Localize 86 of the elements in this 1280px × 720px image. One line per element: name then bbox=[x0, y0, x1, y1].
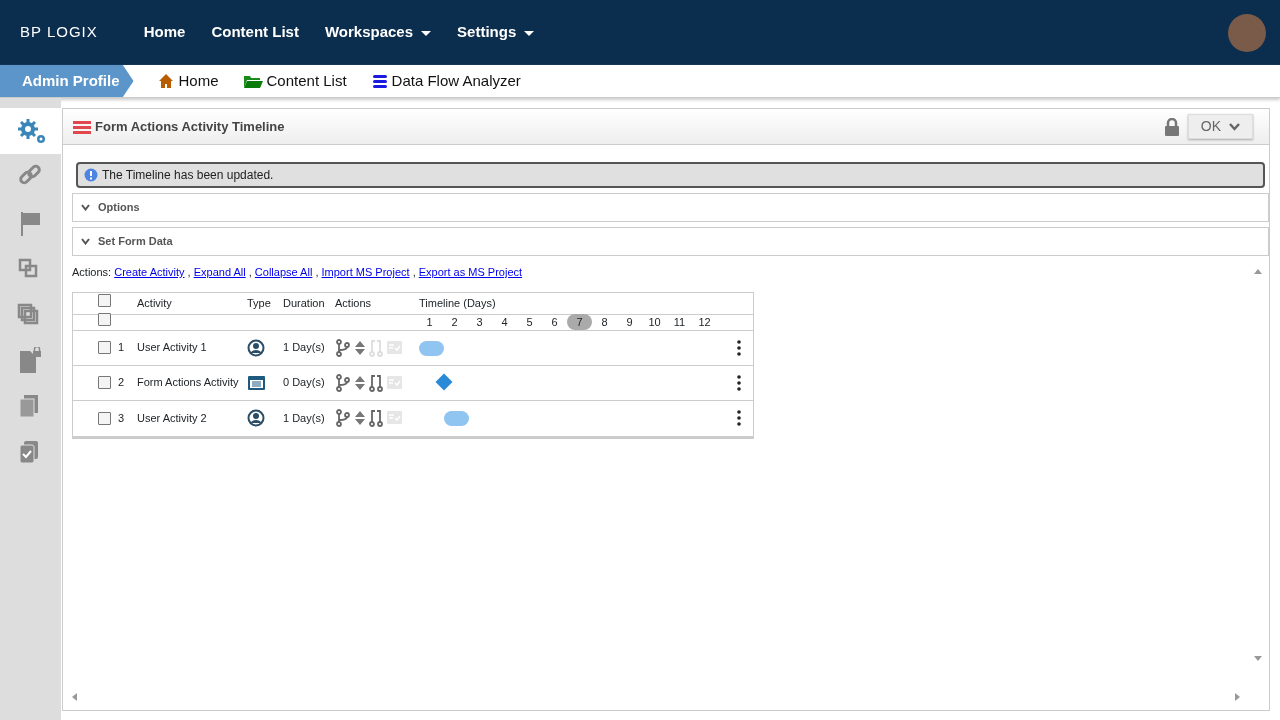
branch-icon[interactable] bbox=[335, 409, 351, 427]
action-link[interactable]: Export as MS Project bbox=[418, 266, 523, 278]
separator: , bbox=[187, 266, 191, 278]
more-menu-icon[interactable] bbox=[737, 410, 741, 426]
checkbox[interactable] bbox=[98, 411, 111, 425]
user-icon bbox=[247, 338, 266, 357]
day-label: 5 bbox=[525, 314, 534, 330]
nav-link[interactable]: Home bbox=[143, 21, 186, 44]
chevron-down-icon bbox=[81, 204, 90, 211]
day-label: 9 bbox=[625, 314, 634, 330]
form-icon bbox=[247, 373, 266, 392]
separator: , bbox=[248, 266, 252, 278]
row-number: 1 bbox=[118, 340, 125, 356]
link-nodes-icon[interactable] bbox=[369, 373, 383, 392]
activity-name: Form Actions Activity bbox=[137, 376, 239, 389]
caret-icon bbox=[421, 30, 432, 36]
row-number: 2 bbox=[118, 375, 125, 391]
activity-name: User Activity 2 bbox=[137, 411, 207, 424]
breadcrumb-link[interactable]: Content List bbox=[242, 69, 347, 93]
checkbox[interactable] bbox=[98, 341, 111, 354]
duration-text: 1 Day(s) bbox=[283, 341, 325, 354]
action-link[interactable]: Collapse All bbox=[254, 266, 313, 278]
column-header: Actions bbox=[335, 296, 372, 309]
nav-link[interactable]: Settings bbox=[457, 21, 535, 44]
day-label: 3 bbox=[475, 314, 484, 330]
folder-icon bbox=[242, 73, 264, 89]
column-header: Activity bbox=[137, 296, 172, 309]
action-link[interactable]: Create Activity bbox=[114, 266, 185, 278]
user-icon bbox=[247, 409, 266, 428]
lock-icon[interactable] bbox=[1163, 117, 1180, 136]
duration-text: 1 Day(s) bbox=[283, 411, 325, 424]
ok-button[interactable]: OK bbox=[1187, 114, 1253, 139]
list-icon bbox=[73, 119, 91, 134]
day-label: 7 bbox=[567, 313, 592, 331]
gears-icon bbox=[15, 117, 46, 145]
branch-icon[interactable] bbox=[335, 338, 351, 357]
section-header[interactable]: Options bbox=[72, 193, 1269, 222]
column-header: Timeline (Days) bbox=[419, 296, 496, 309]
day-label: 11 bbox=[672, 314, 687, 330]
breadcrumb-link[interactable]: Data Flow Analyzer bbox=[370, 69, 521, 93]
day-label: 2 bbox=[450, 314, 459, 330]
sort-icon[interactable] bbox=[355, 374, 365, 391]
caret-icon bbox=[524, 30, 535, 36]
checkbox[interactable] bbox=[98, 313, 111, 327]
day-label: 1 bbox=[425, 314, 434, 330]
sidebar-button[interactable] bbox=[0, 108, 61, 154]
day-label: 4 bbox=[500, 314, 509, 330]
day-label: 6 bbox=[550, 314, 559, 330]
database-icon bbox=[370, 73, 389, 89]
day-label: 12 bbox=[697, 314, 712, 330]
nav-link[interactable]: Workspaces bbox=[324, 21, 432, 44]
branch-icon[interactable] bbox=[335, 373, 351, 392]
brand-logo[interactable]: BP LOGIX bbox=[20, 21, 98, 44]
nav-link[interactable]: Content List bbox=[211, 21, 299, 44]
link-nodes-icon[interactable] bbox=[369, 409, 383, 427]
chevron-down-icon bbox=[81, 238, 90, 245]
separator: , bbox=[315, 266, 319, 278]
actions-label: Actions: bbox=[72, 266, 113, 278]
day-label: 10 bbox=[647, 314, 662, 330]
checkbox[interactable] bbox=[98, 376, 111, 389]
breadcrumb-link[interactable]: Home bbox=[157, 69, 219, 93]
house-icon bbox=[157, 73, 176, 89]
checklist-icon bbox=[387, 340, 402, 355]
info-icon bbox=[84, 168, 98, 182]
action-link[interactable]: Import MS Project bbox=[321, 266, 410, 278]
row-number: 3 bbox=[118, 410, 125, 426]
more-menu-icon[interactable] bbox=[737, 374, 741, 391]
checklist-icon bbox=[387, 411, 402, 425]
sort-icon[interactable] bbox=[355, 339, 365, 356]
avatar[interactable] bbox=[1228, 13, 1266, 52]
panel-title: Form Actions Activity Timeline bbox=[95, 117, 285, 136]
checkbox[interactable] bbox=[98, 294, 111, 308]
day-label: 8 bbox=[600, 314, 609, 330]
chevron-down-icon bbox=[1229, 122, 1240, 131]
checklist-icon bbox=[387, 375, 402, 390]
link-nodes-icon[interactable] bbox=[369, 338, 383, 357]
activity-name: User Activity 1 bbox=[137, 341, 207, 354]
more-menu-icon[interactable] bbox=[737, 339, 741, 356]
message-text: The Timeline has been updated. bbox=[102, 167, 274, 184]
column-header: Duration bbox=[283, 296, 325, 309]
action-link[interactable]: Expand All bbox=[193, 266, 246, 278]
column-header: Type bbox=[247, 296, 271, 309]
duration-text: 0 Day(s) bbox=[283, 376, 325, 389]
sort-icon[interactable] bbox=[355, 410, 365, 426]
section-header[interactable]: Set Form Data bbox=[72, 227, 1269, 256]
separator: , bbox=[412, 266, 416, 278]
